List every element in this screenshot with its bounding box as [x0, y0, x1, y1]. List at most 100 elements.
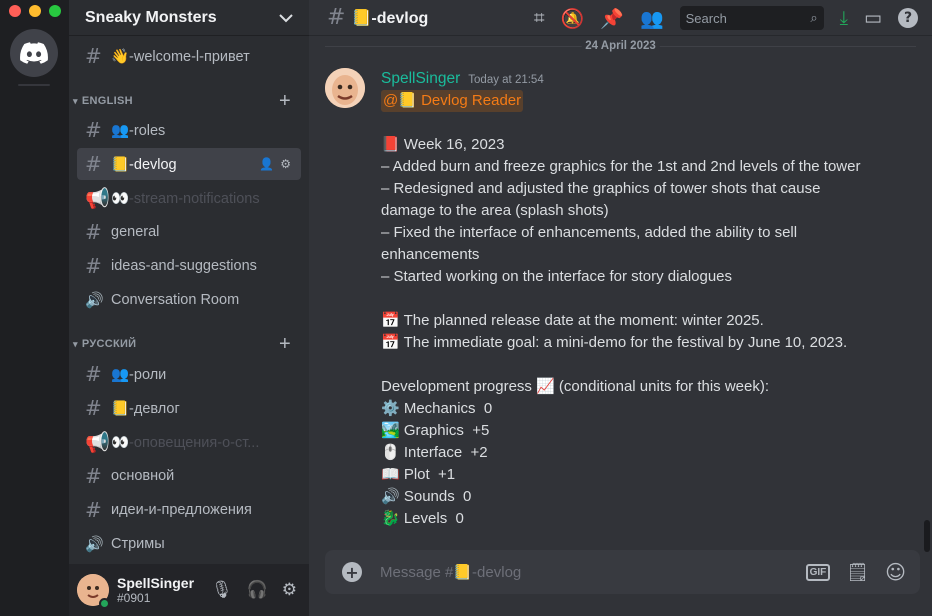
message-author[interactable]: SpellSinger: [381, 68, 460, 90]
server-name: Sneaky Monsters: [85, 8, 217, 26]
channel-label: 👀-оповещения-о-ст...: [111, 434, 260, 451]
gear-icon[interactable]: ⚙: [282, 580, 297, 600]
message-line: – Started working on the interface for s…: [381, 268, 733, 285]
message: SpellSinger Today at 21:54 @📒 Devlog Rea…: [325, 68, 915, 530]
speaker-icon: 🔊: [85, 291, 104, 309]
message-body: SpellSinger Today at 21:54 @📒 Devlog Rea…: [381, 68, 915, 530]
message-line: – Redesigned and adjusted the graphics o…: [381, 180, 821, 197]
zoom-window-button[interactable]: [49, 5, 61, 17]
server-header[interactable]: Sneaky Monsters: [69, 0, 309, 36]
threads-icon[interactable]: ⌗: [534, 7, 545, 29]
channel-stream-notifications[interactable]: 📢 👀-stream-notifications: [77, 182, 301, 214]
gif-button[interactable]: GIF: [805, 563, 831, 581]
discord-logo-icon: [20, 42, 48, 64]
message-line: 📖 Plot +1: [381, 466, 456, 483]
chevron-down-icon: ▾: [73, 95, 78, 106]
hash-icon: #: [85, 220, 102, 244]
message-line: [381, 112, 915, 134]
composer-placeholder: Message #📒-devlog: [380, 564, 522, 581]
add-channel-icon[interactable]: +: [279, 333, 291, 356]
message-line: 🖱️ Interface +2: [381, 444, 488, 461]
search-icon: ⌕: [810, 10, 818, 25]
channel-roles-ru[interactable]: # 👥-роли: [77, 358, 301, 390]
message-line: 🐉 Levels 0: [381, 510, 464, 527]
scrollbar-thumb[interactable]: [924, 520, 930, 552]
message-line: Development progress 📈 (conditional unit…: [381, 378, 770, 395]
channel-label: Стримы: [111, 536, 165, 552]
category-label: ENGLISH: [81, 95, 133, 107]
message-line: [381, 288, 915, 310]
channel-devlog-ru[interactable]: # 📒-девлог: [77, 392, 301, 424]
channel-label: general: [111, 224, 160, 240]
category-russian[interactable]: ▾ РУССКИЙ +: [69, 333, 309, 356]
channel-label: 📒-девлог: [111, 400, 180, 417]
message-header: SpellSinger Today at 21:54: [381, 68, 915, 90]
sticker-icon[interactable]: 🗒: [846, 562, 869, 583]
channel-general[interactable]: # general: [77, 216, 301, 248]
chat-area: # 📒-devlog ⌗ 🔕 📌 👥 Search ⌕ ⤓ ▭ ? 24 Apr…: [309, 0, 932, 616]
channel-ideas[interactable]: # ideas-and-suggestions: [77, 250, 301, 282]
channel-roles[interactable]: # 👥-roles: [77, 114, 301, 146]
avatar-face-icon: [325, 68, 365, 108]
category-english[interactable]: ▾ ENGLISH +: [69, 90, 309, 113]
message-timestamp: Today at 21:54: [468, 74, 544, 86]
online-status-dot: [99, 598, 110, 609]
headphones-icon[interactable]: 🎧: [247, 580, 268, 600]
hash-icon: #: [85, 118, 102, 142]
pin-icon[interactable]: 📌: [600, 7, 624, 30]
channel-label: 👋-welcome-l-привет: [111, 48, 250, 65]
composer-tools: GIF 🗒 ☺: [805, 560, 906, 584]
rail-separator: [18, 84, 50, 86]
channel-label: Conversation Room: [111, 292, 240, 308]
message-composer[interactable]: + Message #📒-devlog GIF 🗒 ☺: [325, 550, 920, 594]
add-attachment-icon[interactable]: +: [342, 562, 362, 582]
date-divider: 24 April 2023: [325, 40, 916, 52]
member-list-icon[interactable]: 👥: [640, 7, 664, 30]
message-line: [381, 354, 915, 376]
hash-icon: #: [327, 5, 346, 30]
user-panel: SpellSinger #0901 🎙 🎧 ⚙: [69, 564, 309, 616]
date-divider-label: 24 April 2023: [581, 40, 660, 52]
gear-icon[interactable]: ⚙: [280, 157, 291, 171]
add-channel-icon[interactable]: +: [279, 90, 291, 113]
user-meta[interactable]: SpellSinger #0901: [117, 575, 194, 605]
message-line: – Fixed the interface of enhancements, a…: [381, 224, 798, 241]
invite-user-icon[interactable]: 👤: [259, 157, 274, 171]
mute-notifications-icon[interactable]: 🔕: [561, 7, 585, 30]
user-controls: 🎙 🎧 ⚙: [211, 580, 297, 600]
channel-devlog[interactable]: # 📒-devlog 👤 ⚙: [77, 148, 301, 180]
channel-label: 👥-роли: [111, 366, 167, 383]
emoji-icon[interactable]: ☺: [885, 560, 906, 584]
channel-stream-notifications-ru[interactable]: 📢 👀-оповещения-о-ст...: [77, 426, 301, 458]
channel-list: # 👋-welcome-l-привет ▾ ENGLISH + # 👥-rol…: [69, 36, 309, 564]
microphone-icon[interactable]: 🎙: [211, 580, 233, 600]
chevron-down-icon: ▾: [73, 338, 78, 349]
hash-icon: #: [85, 362, 102, 386]
hash-icon: #: [85, 152, 102, 176]
message-line: ⚙️ Mechanics 0: [381, 400, 493, 417]
channel-label: 👀-stream-notifications: [111, 190, 260, 207]
help-icon[interactable]: ?: [898, 8, 918, 28]
download-icon[interactable]: ⤓: [840, 7, 848, 29]
home-button[interactable]: [10, 29, 58, 77]
channel-label: 📒-devlog: [111, 156, 177, 173]
megaphone-icon: 📢: [85, 430, 110, 454]
message-line: 📕 Week 16, 2023: [381, 136, 505, 153]
minimize-window-button[interactable]: [29, 5, 41, 17]
message-line: – Added burn and freeze graphics for the…: [381, 158, 861, 175]
channel-welcome[interactable]: # 👋-welcome-l-привет: [77, 40, 301, 72]
inbox-icon[interactable]: ▭: [864, 7, 882, 29]
avatar[interactable]: [325, 68, 365, 108]
discord-window: Sneaky Monsters # 👋-welcome-l-привет ▾ E…: [0, 0, 932, 616]
role-mention[interactable]: @📒 Devlog Reader: [381, 90, 524, 112]
channel-actions: 👤 ⚙: [259, 157, 291, 171]
channel-conversation-room[interactable]: 🔊 Conversation Room: [77, 284, 301, 316]
message-line: damage to the area (splash shots): [381, 202, 609, 219]
channel-ideas-ru[interactable]: # идеи-и-предложения: [77, 494, 301, 526]
username: SpellSinger: [117, 575, 195, 591]
channel-general-ru[interactable]: # основной: [77, 460, 301, 492]
channel-streams-ru[interactable]: 🔊 Стримы: [77, 528, 301, 560]
close-window-button[interactable]: [9, 5, 21, 17]
search-input[interactable]: Search ⌕: [679, 6, 824, 30]
megaphone-icon: 📢: [85, 186, 110, 210]
